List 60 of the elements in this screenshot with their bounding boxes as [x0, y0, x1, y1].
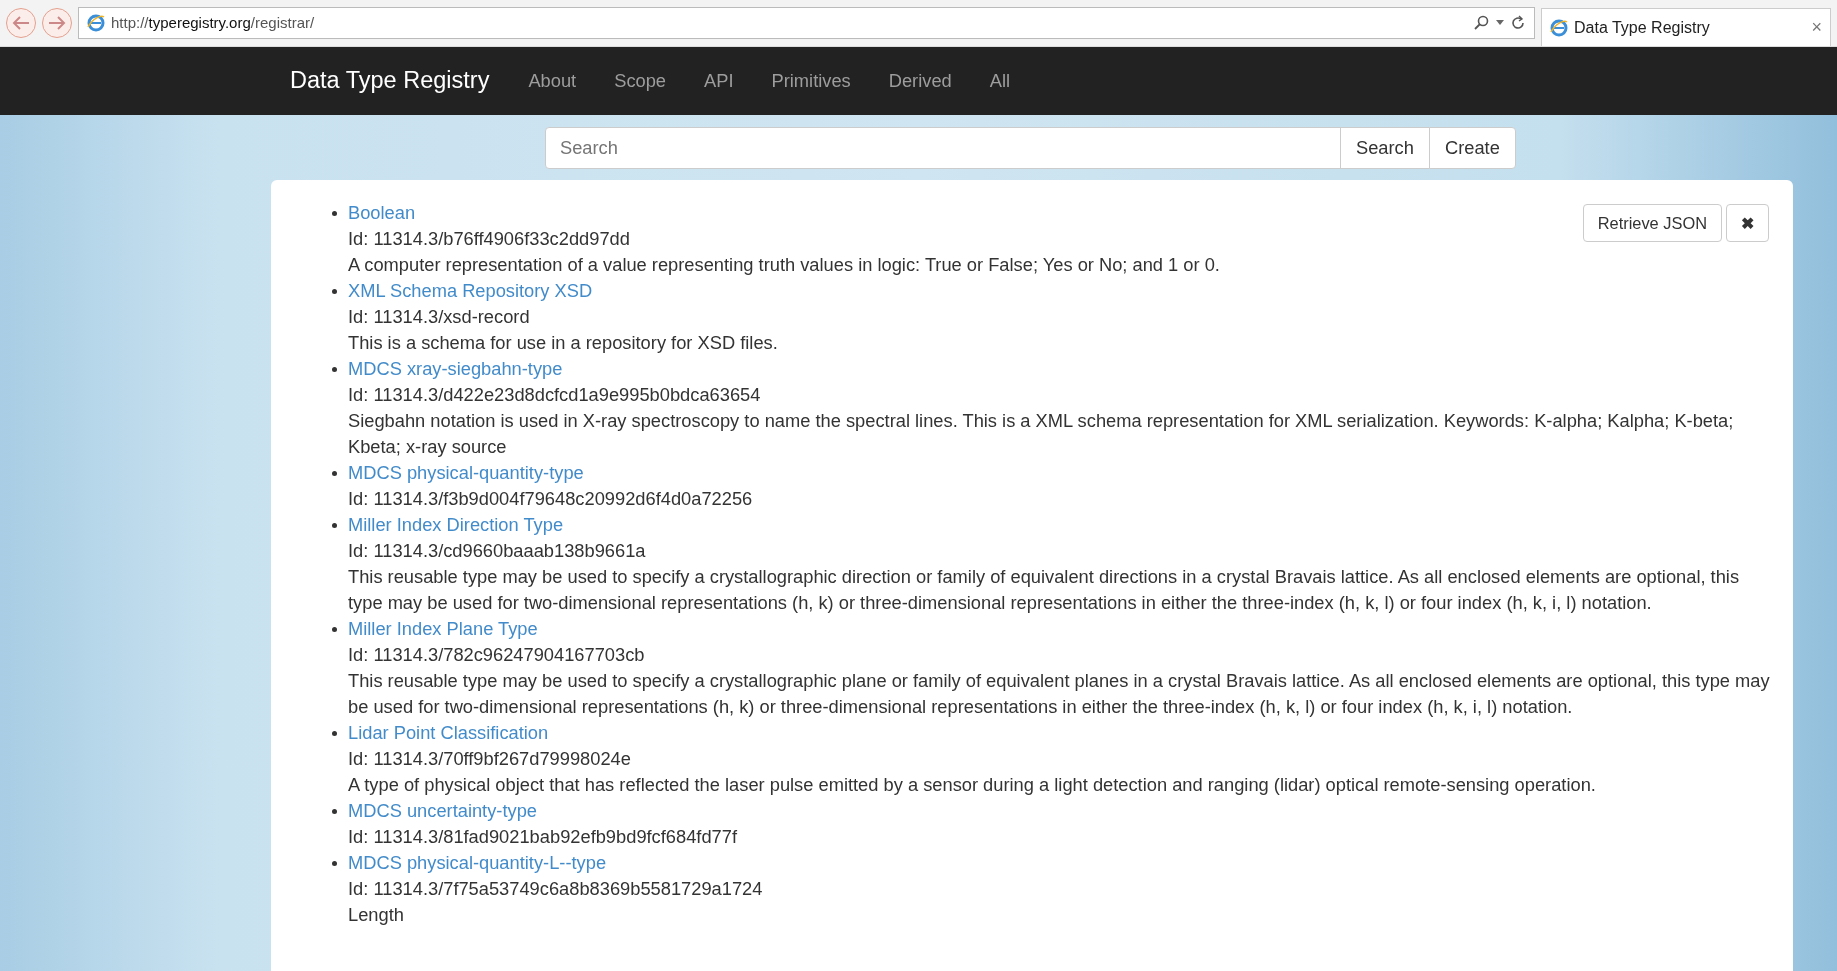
type-description: Length	[348, 903, 405, 927]
type-id: Id: 11314.3/d422e23d8dcfcd1a9e995b0bdca63654	[348, 383, 762, 407]
bullet-icon	[332, 861, 337, 866]
bullet-icon	[332, 731, 337, 736]
nav-link[interactable]: Primitives	[752, 67, 870, 95]
search-icon[interactable]	[1474, 15, 1490, 31]
close-tab-button[interactable]: ×	[1811, 14, 1822, 41]
type-id: Id: 11314.3/7f75a53749c6a8b8369b5581729a1724	[348, 877, 764, 901]
search-field[interactable]: Search	[545, 127, 1341, 169]
nav-link[interactable]: API	[685, 67, 753, 95]
type-description: Siegbahn notation is used in X-ray spectroscopy to name the spectral lines. This is a XML schema representation for XML serialization. Keywords: K-alpha; Kalpha; K-beta; Kbeta; x-ray source	[348, 409, 1735, 459]
type-link[interactable]: MDCS uncertainty-type	[348, 800, 537, 821]
bullet-icon	[332, 523, 337, 528]
type-description: A computer representation of a value representing truth values in logic: True or False; Yes or No; and 1 or 0.	[348, 253, 1221, 277]
type-id: Id: 11314.3/782c96247904167703cb	[348, 643, 646, 667]
type-description: A type of physical object that has reflected the laser pulse emitted by a sensor during a light detection and ranging (lidar) optical remote-sensing operation.	[348, 773, 1597, 797]
bullet-icon	[332, 289, 337, 294]
back-button[interactable]	[6, 8, 36, 38]
brand-link[interactable]: Data Type Registry	[290, 63, 490, 99]
close-button[interactable]: ✖	[1726, 204, 1769, 242]
browser-logo-icon	[87, 14, 105, 32]
search-button[interactable]: Search	[1340, 127, 1430, 169]
forward-button[interactable]	[42, 8, 72, 38]
refresh-icon[interactable]	[1510, 15, 1526, 31]
type-id: Id: 11314.3/b76ff4906f33c2dd97dd	[348, 227, 631, 251]
bullet-icon	[332, 367, 337, 372]
type-link[interactable]: MDCS physical-quantity-type	[348, 462, 584, 483]
type-link[interactable]: Boolean	[348, 202, 416, 223]
dropdown-caret-icon[interactable]	[1496, 20, 1504, 26]
bullet-icon	[332, 211, 337, 216]
address-bar[interactable]: http://typeregistry.org/registrar/	[78, 7, 1535, 39]
type-id: Id: 11314.3/81fad9021bab92efb9bd9fcf684fd77f	[348, 825, 738, 849]
type-id: Id: 11314.3/f3b9d004f79648c20992d6f4d0a72256	[348, 487, 754, 511]
type-id: Id: 11314.3/cd9660baaab138b9661a	[348, 539, 647, 563]
type-link[interactable]: XML Schema Repository XSD	[348, 280, 593, 301]
create-button[interactable]: Create	[1428, 127, 1516, 169]
nav-link[interactable]: About	[509, 67, 596, 95]
url-text: http://typeregistry.org/registrar/	[111, 12, 315, 33]
type-id: Id: 11314.3/70ff9bf267d79998024e	[348, 747, 632, 771]
tab-title: Data Type Registry	[1574, 17, 1710, 38]
nav-link[interactable]: Scope	[595, 67, 686, 95]
type-link[interactable]: MDCS xray-siegbahn-type	[348, 358, 563, 379]
type-description: This is a schema for use in a repository for XSD files.	[348, 331, 779, 355]
type-link[interactable]: Lidar Point Classification	[348, 722, 549, 743]
browser-tab[interactable]: Data Type Registry ×	[1541, 8, 1831, 46]
bullet-icon	[332, 809, 337, 814]
type-description: This reusable type may be used to specify a crystallographic direction or family of equivalent directions in a crystal Bravais lattice. As all enclosed elements are optional, this type may be used for two-dimensional representations (h, k) or three-dimensional representations in either the three-index (h, k, l) or four index (h, k, i, l) notation.	[348, 565, 1741, 615]
forward-arrow-icon	[48, 16, 66, 30]
type-description: This reusable type may be used to specify a crystallographic plane or family of equivalent planes in a crystal Bravais lattice. As all enclosed elements are optional, this type may be used for two-dimensional representations (h, k) or three-dimensional representations in either the three-index (h, k, l) or four index (h, k, i, l) notation.	[348, 669, 1771, 719]
type-link[interactable]: MDCS physical-quantity-L--type	[348, 852, 607, 873]
nav-link[interactable]: Derived	[869, 67, 971, 95]
type-link[interactable]: Miller Index Plane Type	[348, 618, 538, 639]
type-id: Id: 11314.3/xsd-record	[348, 305, 531, 329]
back-arrow-icon	[12, 16, 30, 30]
retrieve-json-button[interactable]: Retrieve JSON	[1582, 204, 1722, 242]
bullet-icon	[332, 471, 337, 476]
browser-logo-icon	[1550, 18, 1568, 37]
bullet-icon	[332, 627, 337, 632]
nav-link[interactable]: All	[970, 67, 1030, 95]
type-link[interactable]: Miller Index Direction Type	[348, 514, 564, 535]
